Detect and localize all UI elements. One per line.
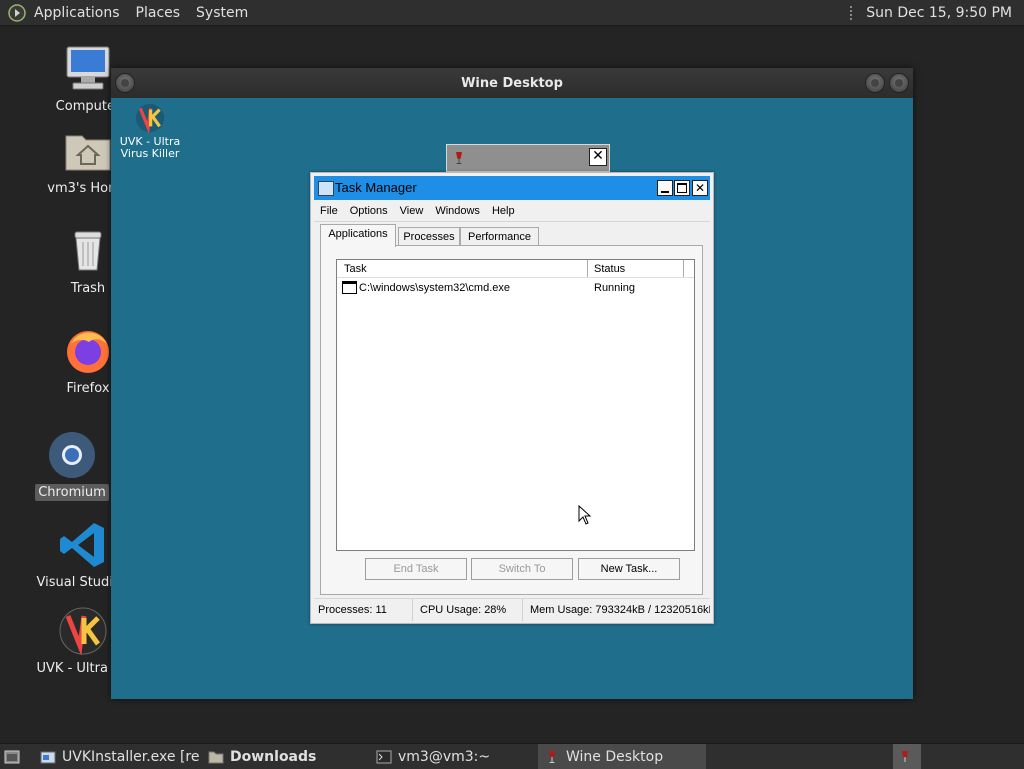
tab-performance[interactable]: Performance: [460, 227, 539, 246]
column-header-task[interactable]: Task: [344, 263, 367, 275]
status-processes: Processes: 11: [318, 604, 387, 616]
status-mem: Mem Usage: 793324kB / 12320516kB: [530, 604, 710, 616]
system-menu[interactable]: System: [188, 5, 256, 21]
tab-processes[interactable]: Processes: [398, 227, 460, 246]
taskbar-item-terminal[interactable]: vm3@vm3:~: [370, 744, 535, 769]
panel-separator: [850, 5, 856, 20]
terminal-icon: [376, 750, 392, 763]
menu-file[interactable]: File: [314, 205, 344, 217]
task-name: C:\windows\system32\cmd.exe: [359, 282, 510, 294]
menu-options[interactable]: Options: [344, 205, 394, 217]
minimize-button[interactable]: [865, 73, 885, 93]
taskbar-item-label: Wine Desktop: [566, 748, 664, 765]
column-header-status[interactable]: Status: [594, 263, 625, 275]
mouse-cursor-icon: [578, 505, 592, 525]
places-menu[interactable]: Places: [128, 5, 189, 21]
task-list[interactable]: Task Status C:\windows\system32\cmd.exe …: [336, 259, 695, 551]
button-label: End Task: [393, 563, 439, 575]
minimize-button[interactable]: [657, 180, 673, 196]
taskbar-item-label: UVKInstaller.exe [re...: [62, 748, 199, 765]
new-task-button[interactable]: New Task...: [578, 558, 680, 580]
maximize-button[interactable]: [674, 180, 690, 196]
taskbar-item-downloads[interactable]: Downloads: [202, 744, 367, 769]
menu-help[interactable]: Help: [486, 205, 521, 217]
maximize-button[interactable]: [889, 73, 909, 93]
switch-to-button[interactable]: Switch To: [471, 558, 573, 580]
desktop-icon-label: Firefox: [66, 381, 110, 396]
menu-view[interactable]: View: [394, 205, 430, 217]
button-label: Switch To: [498, 563, 546, 575]
trash-icon: [74, 231, 102, 271]
wine-desktop-icon-uvk[interactable]: UVK - Ultra Virus Killer: [117, 102, 183, 160]
task-list-header: Task Status: [337, 260, 694, 278]
task-manager-titlebar[interactable]: Task Manager ✕: [314, 176, 710, 200]
uvk-icon: [59, 607, 107, 656]
maximize-icon: [677, 183, 687, 193]
applications-menu[interactable]: Applications: [26, 5, 128, 21]
console-window-icon: [342, 281, 357, 294]
tab-applications[interactable]: Applications: [320, 224, 396, 247]
task-status: Running: [594, 282, 635, 294]
bottom-taskbar: UVKInstaller.exe [re... Downloads vm3@vm…: [0, 743, 1024, 769]
uvk-icon: [135, 103, 165, 134]
task-manager-menubar: File Options View Windows Help: [314, 201, 710, 222]
menu-windows[interactable]: Windows: [429, 205, 486, 217]
task-manager-app-icon: [318, 181, 334, 196]
distro-logo-icon[interactable]: [8, 3, 26, 22]
wine-glass-icon: [456, 152, 462, 164]
home-folder-icon: [65, 135, 111, 171]
vscode-icon: [60, 523, 104, 567]
wine-glass-icon: [902, 750, 908, 762]
show-desktop-button[interactable]: [0, 744, 28, 769]
window-title: Task Manager: [335, 180, 417, 195]
wine-glass-icon: [549, 750, 555, 763]
button-label: New Task...: [600, 563, 658, 575]
close-button[interactable]: ✕: [692, 180, 708, 196]
taskbar-item-label: vm3@vm3:~: [398, 748, 491, 765]
clock[interactable]: Sun Dec 15, 9:50 PM: [866, 5, 1012, 21]
computer-icon: [66, 46, 110, 90]
background-wine-window[interactable]: ✕: [446, 144, 610, 172]
column-divider[interactable]: [683, 260, 684, 277]
taskbar-item-uvkinstaller[interactable]: UVKInstaller.exe [re...: [34, 744, 199, 769]
show-desktop-icon: [4, 750, 20, 763]
close-icon: ✕: [694, 181, 706, 195]
status-divider: [522, 599, 523, 621]
workspace-switcher[interactable]: [893, 744, 921, 769]
top-panel: Applications Places System Sun Dec 15, 9…: [0, 0, 1024, 26]
window-title: Wine Desktop: [461, 76, 563, 91]
task-manager-window: Task Manager ✕ File Options View Windows…: [310, 172, 714, 624]
column-divider[interactable]: [587, 260, 588, 277]
end-task-button[interactable]: End Task: [365, 558, 467, 580]
desktop-icon-label-line2: Virus Killer: [120, 147, 180, 160]
taskbar-item-label: Downloads: [230, 748, 317, 765]
close-icon[interactable]: ✕: [589, 148, 607, 166]
wine-window-titlebar[interactable]: Wine Desktop: [111, 68, 913, 98]
installer-icon: [40, 751, 56, 763]
taskbar-item-wine-desktop[interactable]: Wine Desktop: [538, 744, 706, 769]
status-bar: Processes: 11 CPU Usage: 28% Mem Usage: …: [314, 598, 710, 621]
folder-icon: [208, 751, 224, 763]
chromium-icon: [49, 432, 95, 478]
status-divider: [412, 599, 413, 621]
status-cpu: CPU Usage: 28%: [420, 604, 507, 616]
table-row[interactable]: C:\windows\system32\cmd.exe Running: [337, 280, 694, 297]
applications-tab-panel: Task Status C:\windows\system32\cmd.exe …: [320, 245, 703, 595]
firefox-icon: [67, 331, 109, 373]
minimize-icon: [661, 191, 669, 193]
desktop-icon-label: Trash: [70, 281, 106, 296]
desktop-icon-label: Chromium: [35, 484, 109, 501]
